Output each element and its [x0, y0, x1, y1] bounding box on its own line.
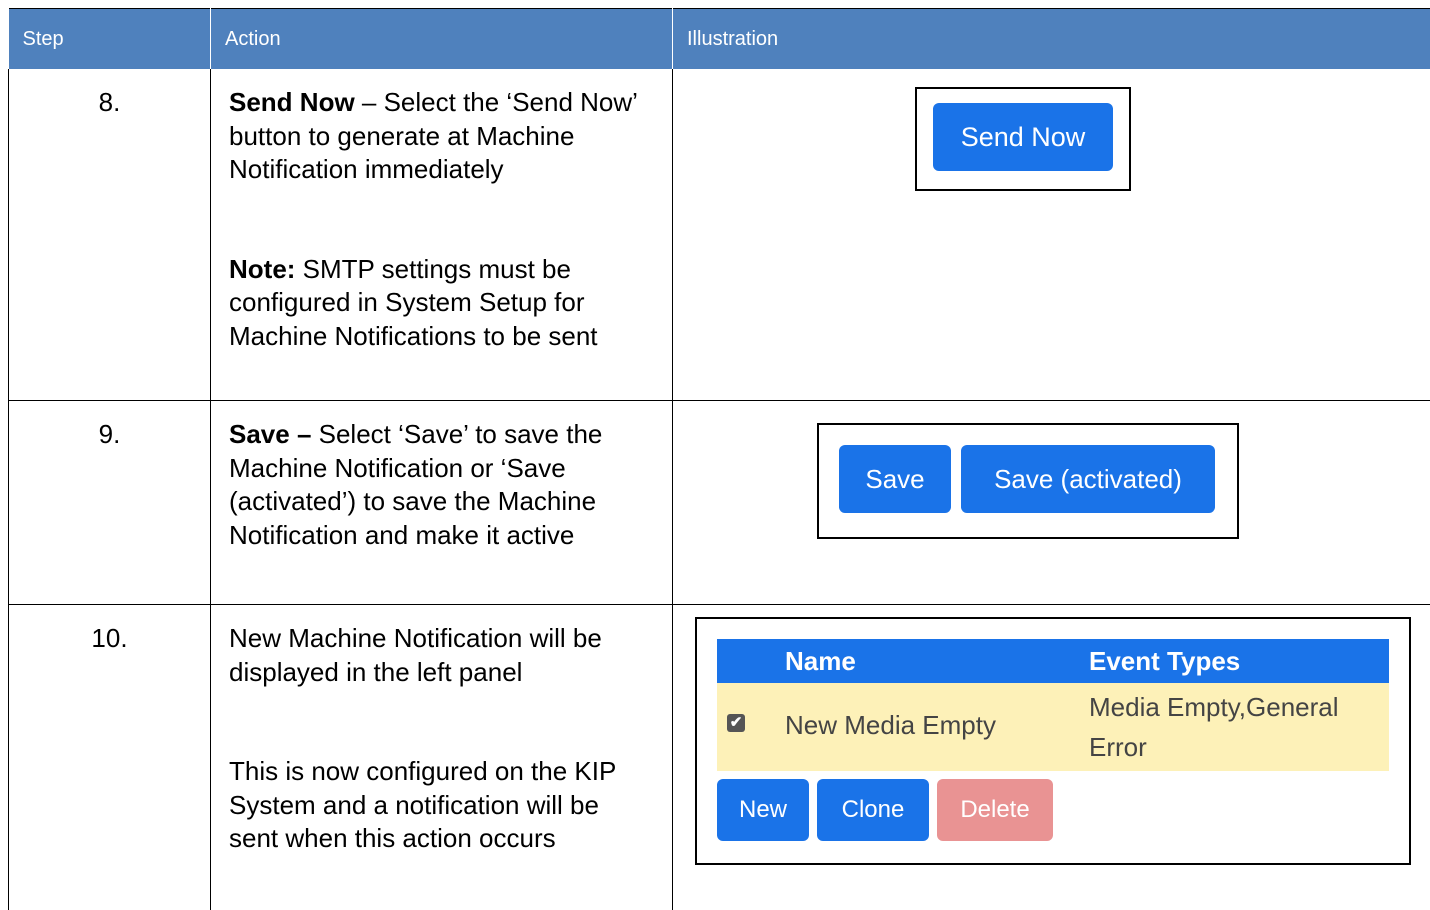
illustration-cell: Name Event Types ✔ New Media Empty Media…: [673, 605, 1430, 910]
table-row: 8. Send Now – Select the ‘Send Now’ butt…: [9, 69, 1430, 401]
action-paragraph: Send Now – Select the ‘Send Now’ button …: [229, 86, 654, 187]
action-cell: Send Now – Select the ‘Send Now’ button …: [211, 69, 673, 401]
new-button[interactable]: New: [717, 779, 809, 841]
column-name-header: Name: [785, 645, 856, 679]
save-illustration: Save Save (activated): [817, 423, 1239, 539]
header-illustration: Illustration: [673, 9, 1430, 70]
checkbox-checked-icon[interactable]: ✔: [727, 714, 745, 732]
step-number: 9.: [9, 401, 211, 605]
illustration-cell: Send Now: [673, 69, 1430, 401]
send-now-button[interactable]: Send Now: [933, 103, 1113, 171]
action-paragraph-2: This is now configured on the KIP System…: [229, 755, 654, 856]
notification-name: New Media Empty: [785, 709, 996, 743]
table-row: 10. New Machine Notification will be dis…: [9, 605, 1430, 910]
header-action: Action: [211, 9, 673, 70]
list-header: Name Event Types: [717, 639, 1389, 683]
table-row: 9. Save – Select ‘Save’ to save the Mach…: [9, 401, 1430, 605]
column-event-types-header: Event Types: [1089, 645, 1240, 679]
steps-table: Step Action Illustration 8. Send Now – S…: [8, 8, 1430, 910]
illustration-cell: Save Save (activated): [673, 401, 1430, 605]
action-cell: New Machine Notification will be display…: [211, 605, 673, 910]
action-cell: Save – Select ‘Save’ to save the Machine…: [211, 401, 673, 605]
note-paragraph: Note: SMTP settings must be configured i…: [229, 253, 654, 354]
step-number: 8.: [9, 69, 211, 401]
list-item[interactable]: ✔ New Media Empty Media Empty,General Er…: [717, 683, 1389, 771]
delete-button[interactable]: Delete: [937, 779, 1053, 841]
header-step: Step: [9, 9, 211, 70]
save-button[interactable]: Save: [839, 445, 951, 513]
clone-button[interactable]: Clone: [817, 779, 929, 841]
action-title: Save –: [229, 419, 311, 449]
notification-list-illustration: Name Event Types ✔ New Media Empty Media…: [695, 617, 1411, 865]
action-paragraph: New Machine Notification will be display…: [229, 622, 654, 689]
notification-event-types: Media Empty,General Error: [1089, 687, 1379, 767]
action-paragraph: Save – Select ‘Save’ to save the Machine…: [229, 418, 654, 552]
send-now-illustration: Send Now: [915, 87, 1131, 191]
save-activated-button[interactable]: Save (activated): [961, 445, 1215, 513]
step-number: 10.: [9, 605, 211, 910]
action-title: Send Now: [229, 87, 355, 117]
note-label: Note:: [229, 254, 295, 284]
